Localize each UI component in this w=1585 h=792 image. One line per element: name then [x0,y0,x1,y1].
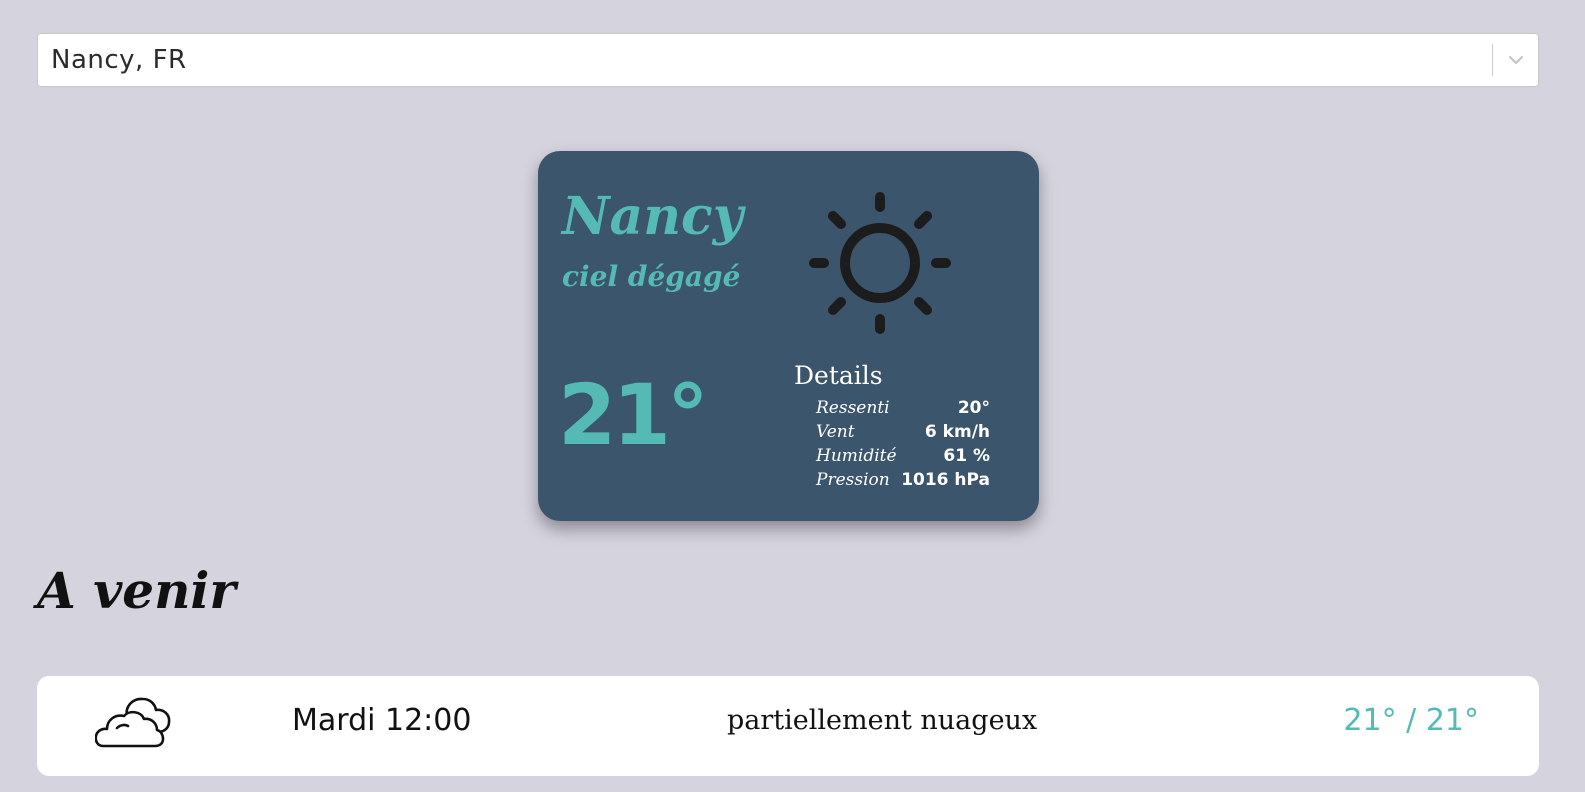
details-table: Ressenti 20° Vent 6 km/h Humidité 61 % P… [816,396,990,492]
current-weather-card: Nancy ciel dégagé 21° Details Ressenti 2… [538,151,1039,521]
details-title: Details [794,361,883,390]
details-row: Ressenti 20° [816,396,990,420]
forecast-temps: 21° / 21° [1343,703,1479,738]
details-label-feels-like: Ressenti [816,398,890,418]
city-select-value: Nancy, FR [51,45,187,75]
forecast-time: Mardi 12:00 [292,703,472,738]
details-label-wind: Vent [816,422,855,442]
upcoming-title: A venir [37,561,236,620]
current-description: ciel dégagé [562,260,741,293]
details-label-pressure: Pression [816,470,890,490]
chevron-down-icon[interactable] [1493,34,1538,86]
current-temperature: 21° [558,366,709,464]
forecast-item[interactable]: Mardi 12:00 partiellement nuageux 21° / … [37,676,1539,776]
details-row: Humidité 61 % [816,444,990,468]
forecast-description: partiellement nuageux [727,705,1038,736]
sun-icon [809,192,951,334]
details-value-feels-like: 20° [957,398,990,418]
details-value-wind: 6 km/h [924,422,990,442]
details-row: Vent 6 km/h [816,420,990,444]
details-value-pressure: 1016 hPa [901,470,990,490]
city-select[interactable]: Nancy, FR [37,33,1539,87]
details-row: Pression 1016 hPa [816,468,990,492]
details-label-humidity: Humidité [816,446,897,466]
cloud-icon [95,697,171,748]
current-city: Nancy [562,186,743,247]
details-value-humidity: 61 % [943,446,990,466]
